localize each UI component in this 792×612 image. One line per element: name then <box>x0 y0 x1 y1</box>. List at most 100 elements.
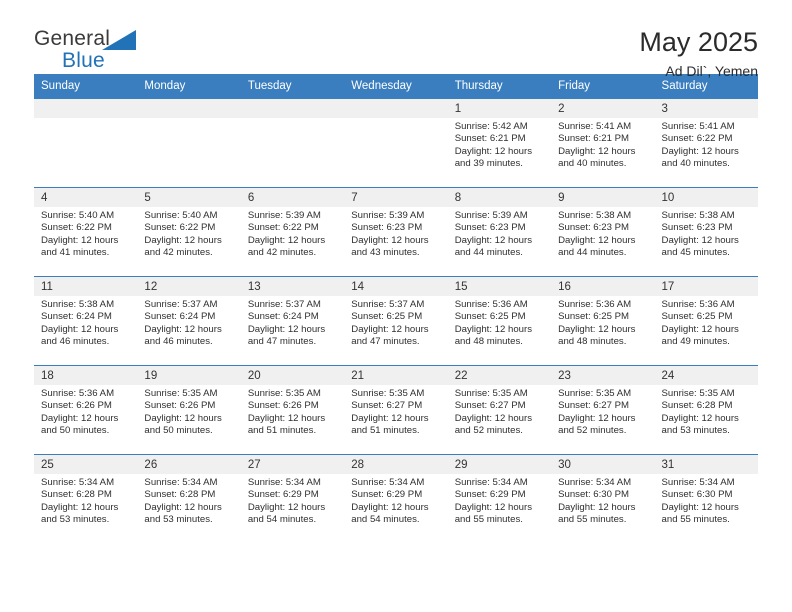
day-cell[interactable]: 3 Sunrise: 5:41 AM Sunset: 6:22 PM Daylight… <box>654 98 758 188</box>
sunset-text: Sunset: 6:21 PM <box>454 133 526 145</box>
sunrise-text: Sunrise: 5:36 AM <box>558 299 632 310</box>
sunrise-text: Sunrise: 5:36 AM <box>41 388 115 399</box>
day-cell[interactable]: 30 Sunrise: 5:34 AM Sunset: 6:30 PM Dayligh… <box>551 454 655 544</box>
day-cell[interactable]: 1 Sunrise: 5:42 AM Sunset: 6:21 PM Daylight… <box>447 98 552 188</box>
sunset-text: Sunset: 6:23 PM <box>351 222 423 234</box>
sunrise-text: Sunrise: 5:35 AM <box>144 388 218 399</box>
day-sun-info: Sunrise: 5:36 AM Sunset: 6:25 PM Daylight:… <box>655 296 758 349</box>
day-cell[interactable]: 6 Sunrise: 5:39 AM Sunset: 6:22 PM Daylight… <box>240 187 345 277</box>
day-cell[interactable]: 26 Sunrise: 5:34 AM Sunset: 6:28 PM Dayligh… <box>137 454 241 544</box>
page-header: General Blue May 2025 Ad Dil`, Yemen <box>34 0 758 80</box>
day-cell[interactable]: 28 Sunrise: 5:34 AM Sunset: 6:29 PM Dayligh… <box>344 454 448 544</box>
day-number: 12 <box>137 277 241 296</box>
sunset-text: Sunset: 6:27 PM <box>454 400 526 412</box>
day-number: 25 <box>34 455 138 474</box>
sunset-text: Sunset: 6:24 PM <box>247 311 319 323</box>
day-cell[interactable]: 23 Sunrise: 5:35 AM Sunset: 6:27 PM Dayligh… <box>551 365 655 455</box>
day-number: 30 <box>551 455 655 474</box>
day-number: 11 <box>34 277 138 296</box>
day-sun-info: Sunrise: 5:38 AM Sunset: 6:23 PM Daylight:… <box>551 207 654 260</box>
day-cell[interactable]: 7 Sunrise: 5:39 AM Sunset: 6:23 PM Daylight… <box>344 187 448 277</box>
day-cell[interactable]: 24 Sunrise: 5:35 AM Sunset: 6:28 PM Dayligh… <box>654 365 758 455</box>
day-cell[interactable]: 4 Sunrise: 5:40 AM Sunset: 6:22 PM Daylight… <box>34 187 138 277</box>
day-cell[interactable]: 18 Sunrise: 5:36 AM Sunset: 6:26 PM Dayligh… <box>34 365 138 455</box>
day-number: 29 <box>447 455 552 474</box>
daylight-text: Daylight: 12 hours and 48 minutes. <box>558 323 636 348</box>
sunset-text: Sunset: 6:23 PM <box>661 222 733 234</box>
day-number: 8 <box>447 188 552 207</box>
sunset-text: Sunset: 6:27 PM <box>558 400 630 412</box>
sunrise-text: Sunrise: 5:35 AM <box>247 388 321 399</box>
sunrise-text: Sunrise: 5:34 AM <box>247 477 321 488</box>
day-sun-info: Sunrise: 5:41 AM Sunset: 6:22 PM Daylight:… <box>655 118 758 171</box>
day-number: 10 <box>654 188 758 207</box>
calendar-week-row: 11 Sunrise: 5:38 AM Sunset: 6:24 PM Dayligh… <box>34 276 758 366</box>
daylight-text: Daylight: 12 hours and 53 minutes. <box>661 412 739 437</box>
sunrise-text: Sunrise: 5:34 AM <box>558 477 632 488</box>
day-number: 9 <box>551 188 655 207</box>
sunset-text: Sunset: 6:21 PM <box>558 133 630 145</box>
day-cell[interactable]: 10 Sunrise: 5:38 AM Sunset: 6:23 PM Dayligh… <box>654 187 758 277</box>
day-cell[interactable]: 8 Sunrise: 5:39 AM Sunset: 6:23 PM Daylight… <box>447 187 552 277</box>
day-cell[interactable]: 2 Sunrise: 5:41 AM Sunset: 6:21 PM Daylight… <box>551 98 655 188</box>
page-title: May 2025 <box>639 27 758 57</box>
day-cell[interactable]: 5 Sunrise: 5:40 AM Sunset: 6:22 PM Daylight… <box>137 187 241 277</box>
day-number: 23 <box>551 366 655 385</box>
day-cell[interactable]: 15 Sunrise: 5:36 AM Sunset: 6:25 PM Dayligh… <box>447 276 552 366</box>
sunrise-text: Sunrise: 5:35 AM <box>454 388 528 399</box>
day-number: 2 <box>551 99 655 118</box>
day-sun-info: Sunrise: 5:40 AM Sunset: 6:22 PM Daylight:… <box>137 207 240 260</box>
day-number <box>344 99 448 118</box>
day-cell[interactable]: 22 Sunrise: 5:35 AM Sunset: 6:27 PM Dayligh… <box>447 365 552 455</box>
day-sun-info: Sunrise: 5:37 AM Sunset: 6:24 PM Daylight:… <box>137 296 240 349</box>
day-cell[interactable]: 31 Sunrise: 5:34 AM Sunset: 6:30 PM Dayligh… <box>654 454 758 544</box>
day-cell[interactable]: 12 Sunrise: 5:37 AM Sunset: 6:24 PM Dayligh… <box>137 276 241 366</box>
sunrise-text: Sunrise: 5:42 AM <box>454 121 528 132</box>
day-cell[interactable]: 11 Sunrise: 5:38 AM Sunset: 6:24 PM Dayligh… <box>34 276 138 366</box>
sunrise-text: Sunrise: 5:39 AM <box>351 210 425 221</box>
page-subtitle-location: Ad Dil`, Yemen <box>665 63 758 80</box>
day-sun-info: Sunrise: 5:36 AM Sunset: 6:25 PM Daylight:… <box>448 296 551 349</box>
sunrise-text: Sunrise: 5:35 AM <box>661 388 735 399</box>
day-cell[interactable]: 14 Sunrise: 5:37 AM Sunset: 6:25 PM Dayligh… <box>344 276 448 366</box>
day-sun-info: Sunrise: 5:35 AM Sunset: 6:26 PM Daylight:… <box>241 385 344 438</box>
daylight-text: Daylight: 12 hours and 42 minutes. <box>247 234 326 259</box>
sunrise-text: Sunrise: 5:34 AM <box>454 477 528 488</box>
day-cell[interactable]: 19 Sunrise: 5:35 AM Sunset: 6:26 PM Dayligh… <box>137 365 241 455</box>
day-sun-info: Sunrise: 5:36 AM Sunset: 6:25 PM Daylight:… <box>551 296 654 349</box>
day-number: 6 <box>240 188 345 207</box>
day-cell[interactable]: 25 Sunrise: 5:34 AM Sunset: 6:28 PM Dayligh… <box>34 454 138 544</box>
calendar-page: General Blue May 2025 Ad Dil`, Yemen Sun… <box>0 0 792 612</box>
daylight-text: Daylight: 12 hours and 53 minutes. <box>144 501 222 526</box>
day-cell[interactable]: 13 Sunrise: 5:37 AM Sunset: 6:24 PM Dayligh… <box>240 276 345 366</box>
sunrise-text: Sunrise: 5:37 AM <box>247 299 321 310</box>
sunset-text: Sunset: 6:23 PM <box>558 222 630 234</box>
day-number: 26 <box>137 455 241 474</box>
day-cell[interactable]: 29 Sunrise: 5:34 AM Sunset: 6:29 PM Dayligh… <box>447 454 552 544</box>
day-cell[interactable]: 17 Sunrise: 5:36 AM Sunset: 6:25 PM Dayligh… <box>654 276 758 366</box>
sunset-text: Sunset: 6:25 PM <box>661 311 733 323</box>
day-cell[interactable]: 9 Sunrise: 5:38 AM Sunset: 6:23 PM Daylight… <box>551 187 655 277</box>
sunset-text: Sunset: 6:25 PM <box>351 311 423 323</box>
day-sun-info: Sunrise: 5:37 AM Sunset: 6:24 PM Daylight:… <box>241 296 344 349</box>
sunrise-text: Sunrise: 5:38 AM <box>41 299 115 310</box>
day-cell[interactable]: 21 Sunrise: 5:35 AM Sunset: 6:27 PM Dayligh… <box>344 365 448 455</box>
day-cell[interactable]: 27 Sunrise: 5:34 AM Sunset: 6:29 PM Dayligh… <box>240 454 345 544</box>
sunset-text: Sunset: 6:22 PM <box>247 222 319 234</box>
calendar-body: 1 Sunrise: 5:42 AM Sunset: 6:21 PM Daylight… <box>34 98 758 544</box>
sunset-text: Sunset: 6:25 PM <box>454 311 526 323</box>
daylight-text: Daylight: 12 hours and 47 minutes. <box>351 323 429 348</box>
weekday-header-monday: Monday <box>137 74 241 99</box>
day-cell[interactable]: 20 Sunrise: 5:35 AM Sunset: 6:26 PM Dayligh… <box>240 365 345 455</box>
day-number: 7 <box>344 188 448 207</box>
day-number: 14 <box>344 277 448 296</box>
day-cell[interactable]: 16 Sunrise: 5:36 AM Sunset: 6:25 PM Dayligh… <box>551 276 655 366</box>
sunset-text: Sunset: 6:30 PM <box>661 489 733 501</box>
sunrise-text: Sunrise: 5:34 AM <box>661 477 735 488</box>
calendar-week-row: 25 Sunrise: 5:34 AM Sunset: 6:28 PM Dayligh… <box>34 454 758 544</box>
day-number: 20 <box>240 366 345 385</box>
sunset-text: Sunset: 6:23 PM <box>454 222 526 234</box>
general-blue-logo[interactable]: General Blue <box>34 28 154 76</box>
sunset-text: Sunset: 6:25 PM <box>558 311 630 323</box>
day-cell-empty <box>240 98 345 188</box>
